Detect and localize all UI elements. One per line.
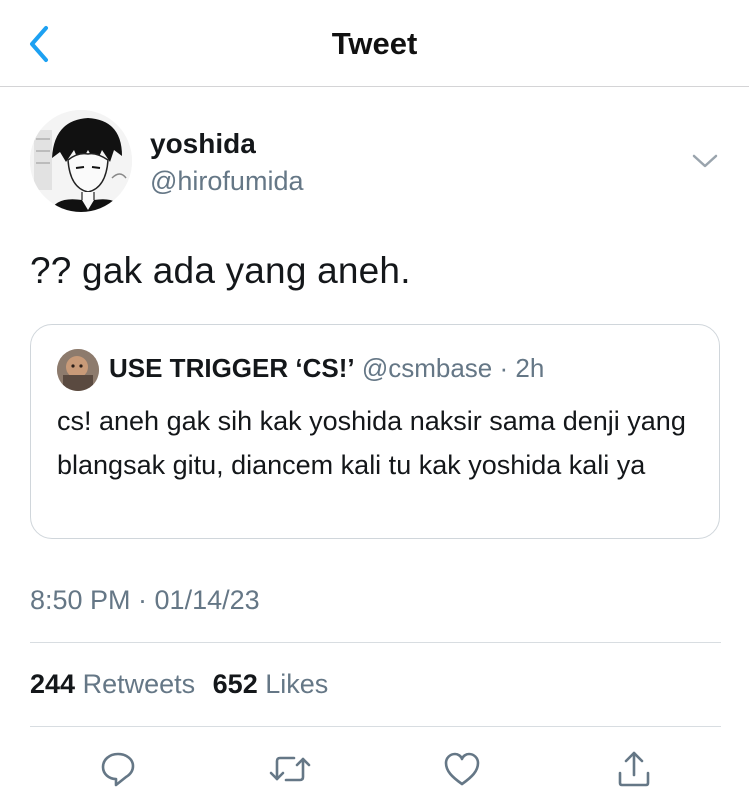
- quoted-avatar-image: [57, 349, 99, 391]
- reply-button[interactable]: [94, 745, 142, 793]
- retweets-label: Retweets: [82, 669, 196, 699]
- retweet-button[interactable]: [266, 745, 314, 793]
- like-button[interactable]: [438, 745, 486, 793]
- tweet-author: yoshida @hirofumida: [30, 110, 720, 214]
- tweet-timestamp: 8:50 PM · 01/14/23: [30, 585, 260, 615]
- action-bar: [0, 745, 749, 795]
- divider: [30, 642, 721, 643]
- retweet-icon: [269, 756, 311, 782]
- share-icon: [618, 751, 650, 787]
- tweet-stats: 244 Retweets 652 Likes: [30, 669, 338, 700]
- divider: [30, 726, 721, 727]
- likes-count: 652: [212, 669, 258, 699]
- quoted-dot: ·: [499, 353, 509, 383]
- author-handle[interactable]: @hirofumida: [150, 166, 303, 197]
- quoted-avatar[interactable]: [57, 349, 99, 391]
- share-button[interactable]: [610, 745, 658, 793]
- quoted-handle: @csmbase: [361, 353, 493, 383]
- reply-icon: [101, 752, 135, 787]
- navigation-bar: Tweet: [0, 0, 749, 87]
- avatar-image: [30, 110, 132, 212]
- like-icon: [444, 752, 480, 786]
- quoted-tweet[interactable]: USE TRIGGER ‘CS!’ @csmbase · 2h cs! aneh…: [30, 324, 720, 539]
- chevron-down-icon: [692, 154, 718, 168]
- likes-stat[interactable]: 652 Likes: [213, 669, 339, 699]
- quoted-time: 2h: [515, 353, 545, 383]
- quoted-text: cs! aneh gak sih kak yoshida naksir sama…: [57, 406, 686, 480]
- avatar[interactable]: [30, 110, 132, 212]
- retweets-stat[interactable]: 244 Retweets: [30, 669, 213, 699]
- page-title: Tweet: [331, 26, 418, 61]
- retweets-count: 244: [30, 669, 76, 699]
- quoted-name: USE TRIGGER ‘CS!’: [109, 353, 355, 383]
- author-name[interactable]: yoshida: [150, 128, 256, 160]
- more-options-button[interactable]: [690, 150, 720, 172]
- quoted-header: USE TRIGGER ‘CS!’ @csmbase · 2h: [109, 353, 544, 384]
- tweet-text: ?? gak ada yang aneh.: [30, 250, 411, 291]
- likes-label: Likes: [265, 669, 329, 699]
